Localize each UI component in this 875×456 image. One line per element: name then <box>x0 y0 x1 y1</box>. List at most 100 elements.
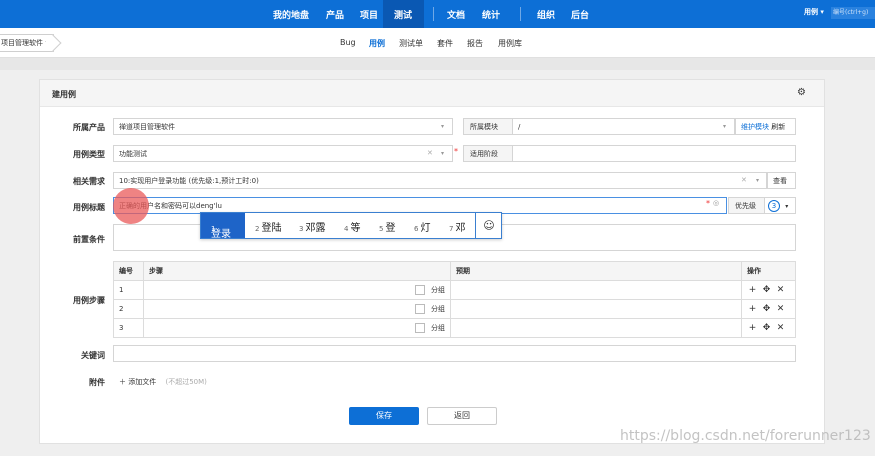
priority-value: 3 <box>768 200 780 212</box>
expect-input[interactable] <box>450 280 742 300</box>
expect-input[interactable] <box>450 299 742 319</box>
ime-candidate[interactable]: 2 登陆 <box>255 219 281 234</box>
priority-select[interactable]: 3 ▾ <box>764 197 796 214</box>
stage-select[interactable] <box>512 145 796 162</box>
step-input[interactable]: 分组 <box>143 299 451 319</box>
clear-icon[interactable]: ✕ <box>427 149 433 157</box>
ime-candidate[interactable]: 7邓 <box>449 219 465 234</box>
ime-text: 邓 <box>455 223 466 234</box>
subnav-report[interactable]: 报告 <box>467 38 483 49</box>
content-gap <box>0 58 875 70</box>
nav-divider <box>433 7 434 21</box>
click-indicator <box>113 188 149 224</box>
smiley-icon[interactable]: ☺ <box>475 213 502 238</box>
ime-candidate-selected[interactable]: 1 登录 <box>201 213 245 240</box>
close-icon[interactable]: ✕ <box>775 285 786 295</box>
ime-candidate[interactable]: 3 邓露 <box>299 219 325 234</box>
expect-input[interactable] <box>450 318 742 338</box>
ime-text: 灯 <box>420 223 431 234</box>
subnav-testtask[interactable]: 测试单 <box>399 38 423 49</box>
step-ops: + ✥ ✕ <box>741 318 796 338</box>
subnav-suite[interactable]: 套件 <box>437 38 453 49</box>
object-type-menu[interactable]: 用例 ▾ <box>804 7 824 17</box>
step-input[interactable]: 分组 <box>143 318 451 338</box>
story-select[interactable]: 10:实现用户登录功能 (优先级:1,预计工时:0) <box>113 172 767 189</box>
save-button[interactable]: 保存 <box>349 407 419 425</box>
plus-icon[interactable]: + <box>747 323 758 333</box>
module-select[interactable]: / <box>512 118 735 135</box>
group-checkbox[interactable] <box>415 323 425 333</box>
maintain-module-link[interactable]: 维护模块 <box>741 123 769 131</box>
move-icon[interactable]: ✥ <box>761 304 772 314</box>
back-button[interactable]: 返回 <box>427 407 497 425</box>
search-input[interactable]: 编号(ctrl+g) <box>831 7 875 19</box>
type-label: 用例类型 <box>73 150 105 159</box>
move-icon[interactable]: ✥ <box>761 285 772 295</box>
chevron-down-icon: ▾ <box>723 123 727 130</box>
clear-icon[interactable]: ✕ <box>741 176 747 184</box>
keywords-label: 关键词 <box>81 351 105 360</box>
required-marker: * <box>706 199 710 208</box>
ime-index: 7 <box>449 225 454 233</box>
col-step-header: 步骤 <box>143 261 451 281</box>
move-icon[interactable]: ✥ <box>761 323 772 333</box>
ime-index: 4 <box>344 225 349 233</box>
chevron-down-icon: ▾ <box>441 123 445 130</box>
top-navbar: 我的地盘 产品 项目 测试 文档 统计 组织 后台 用例 ▾ 编号(ctrl+g… <box>0 0 875 28</box>
attachment-area: ＋ 添加文件 (不超过50M) <box>119 377 207 387</box>
add-file-button[interactable]: 添加文件 <box>128 378 156 386</box>
table-row: 3 分组 + ✥ ✕ <box>113 318 796 338</box>
step-no: 1 <box>113 280 144 300</box>
step-no: 3 <box>113 318 144 338</box>
nav-doc[interactable]: 文档 <box>447 8 465 21</box>
ime-text: 登录 <box>211 229 231 240</box>
ime-index: 5 <box>379 225 384 233</box>
ime-candidate[interactable]: 5登 <box>379 219 395 234</box>
type-select[interactable]: 功能测试 <box>113 145 453 162</box>
panel-header: 建用例 ⚙ <box>40 80 824 107</box>
view-story-button[interactable]: 查看 <box>767 172 796 189</box>
close-icon[interactable]: ✕ <box>775 304 786 314</box>
product-switcher[interactable]: 项目管理软件 ▾ <box>0 34 54 52</box>
product-select[interactable]: 禅道项目管理软件 <box>113 118 453 135</box>
chevron-down-icon: ▾ <box>756 177 760 184</box>
precondition-label: 前置条件 <box>73 235 105 244</box>
plus-icon[interactable]: + <box>747 285 758 295</box>
group-checkbox[interactable] <box>415 285 425 295</box>
nav-product[interactable]: 产品 <box>326 8 344 21</box>
module-label: 所属模块 <box>463 118 513 135</box>
nav-org[interactable]: 组织 <box>537 8 555 21</box>
table-row: 1 分组 + ✥ ✕ <box>113 280 796 300</box>
group-checkbox[interactable] <box>415 304 425 314</box>
nav-test[interactable]: 测试 <box>394 8 412 21</box>
file-size-hint: (不超过50M) <box>165 378 207 386</box>
step-no: 2 <box>113 299 144 319</box>
keywords-input[interactable] <box>113 345 796 362</box>
plus-icon[interactable]: ＋ <box>119 378 126 386</box>
ime-candidate[interactable]: 4等 <box>344 219 360 234</box>
nav-stats[interactable]: 统计 <box>482 8 500 21</box>
steps-table: 编号 步骤 预期 操作 1 分组 + ✥ ✕ 2 分组 + ✥ ✕ 3 分组 + ✥ ✕ <box>113 261 796 338</box>
close-icon[interactable]: ✕ <box>775 323 786 333</box>
title-label: 用例标题 <box>73 203 105 212</box>
stage-label: 适用阶段 <box>463 145 513 162</box>
nav-project[interactable]: 项目 <box>360 8 378 21</box>
group-label: 分组 <box>431 305 445 313</box>
steps-label: 用例步骤 <box>73 296 105 305</box>
group-label: 分组 <box>431 286 445 294</box>
subnav-bug[interactable]: Bug <box>340 38 356 47</box>
module-actions: 维护模块 刷新 <box>735 118 796 135</box>
plus-icon[interactable]: + <box>747 304 758 314</box>
subnav-case[interactable]: 用例 <box>369 38 385 49</box>
step-input[interactable]: 分组 <box>143 280 451 300</box>
color-picker-icon[interactable]: ◎ <box>713 199 719 207</box>
subnav-caselib[interactable]: 用例库 <box>498 38 522 49</box>
nav-my-dashboard[interactable]: 我的地盘 <box>273 8 309 21</box>
ime-candidate[interactable]: 6灯 <box>414 219 430 234</box>
nav-admin[interactable]: 后台 <box>571 8 589 21</box>
gear-icon[interactable]: ⚙ <box>797 87 806 98</box>
story-label: 相关需求 <box>73 177 105 186</box>
ime-text: 登陆 <box>261 223 282 234</box>
ime-text: 登 <box>385 223 396 234</box>
refresh-link[interactable]: 刷新 <box>771 123 785 131</box>
